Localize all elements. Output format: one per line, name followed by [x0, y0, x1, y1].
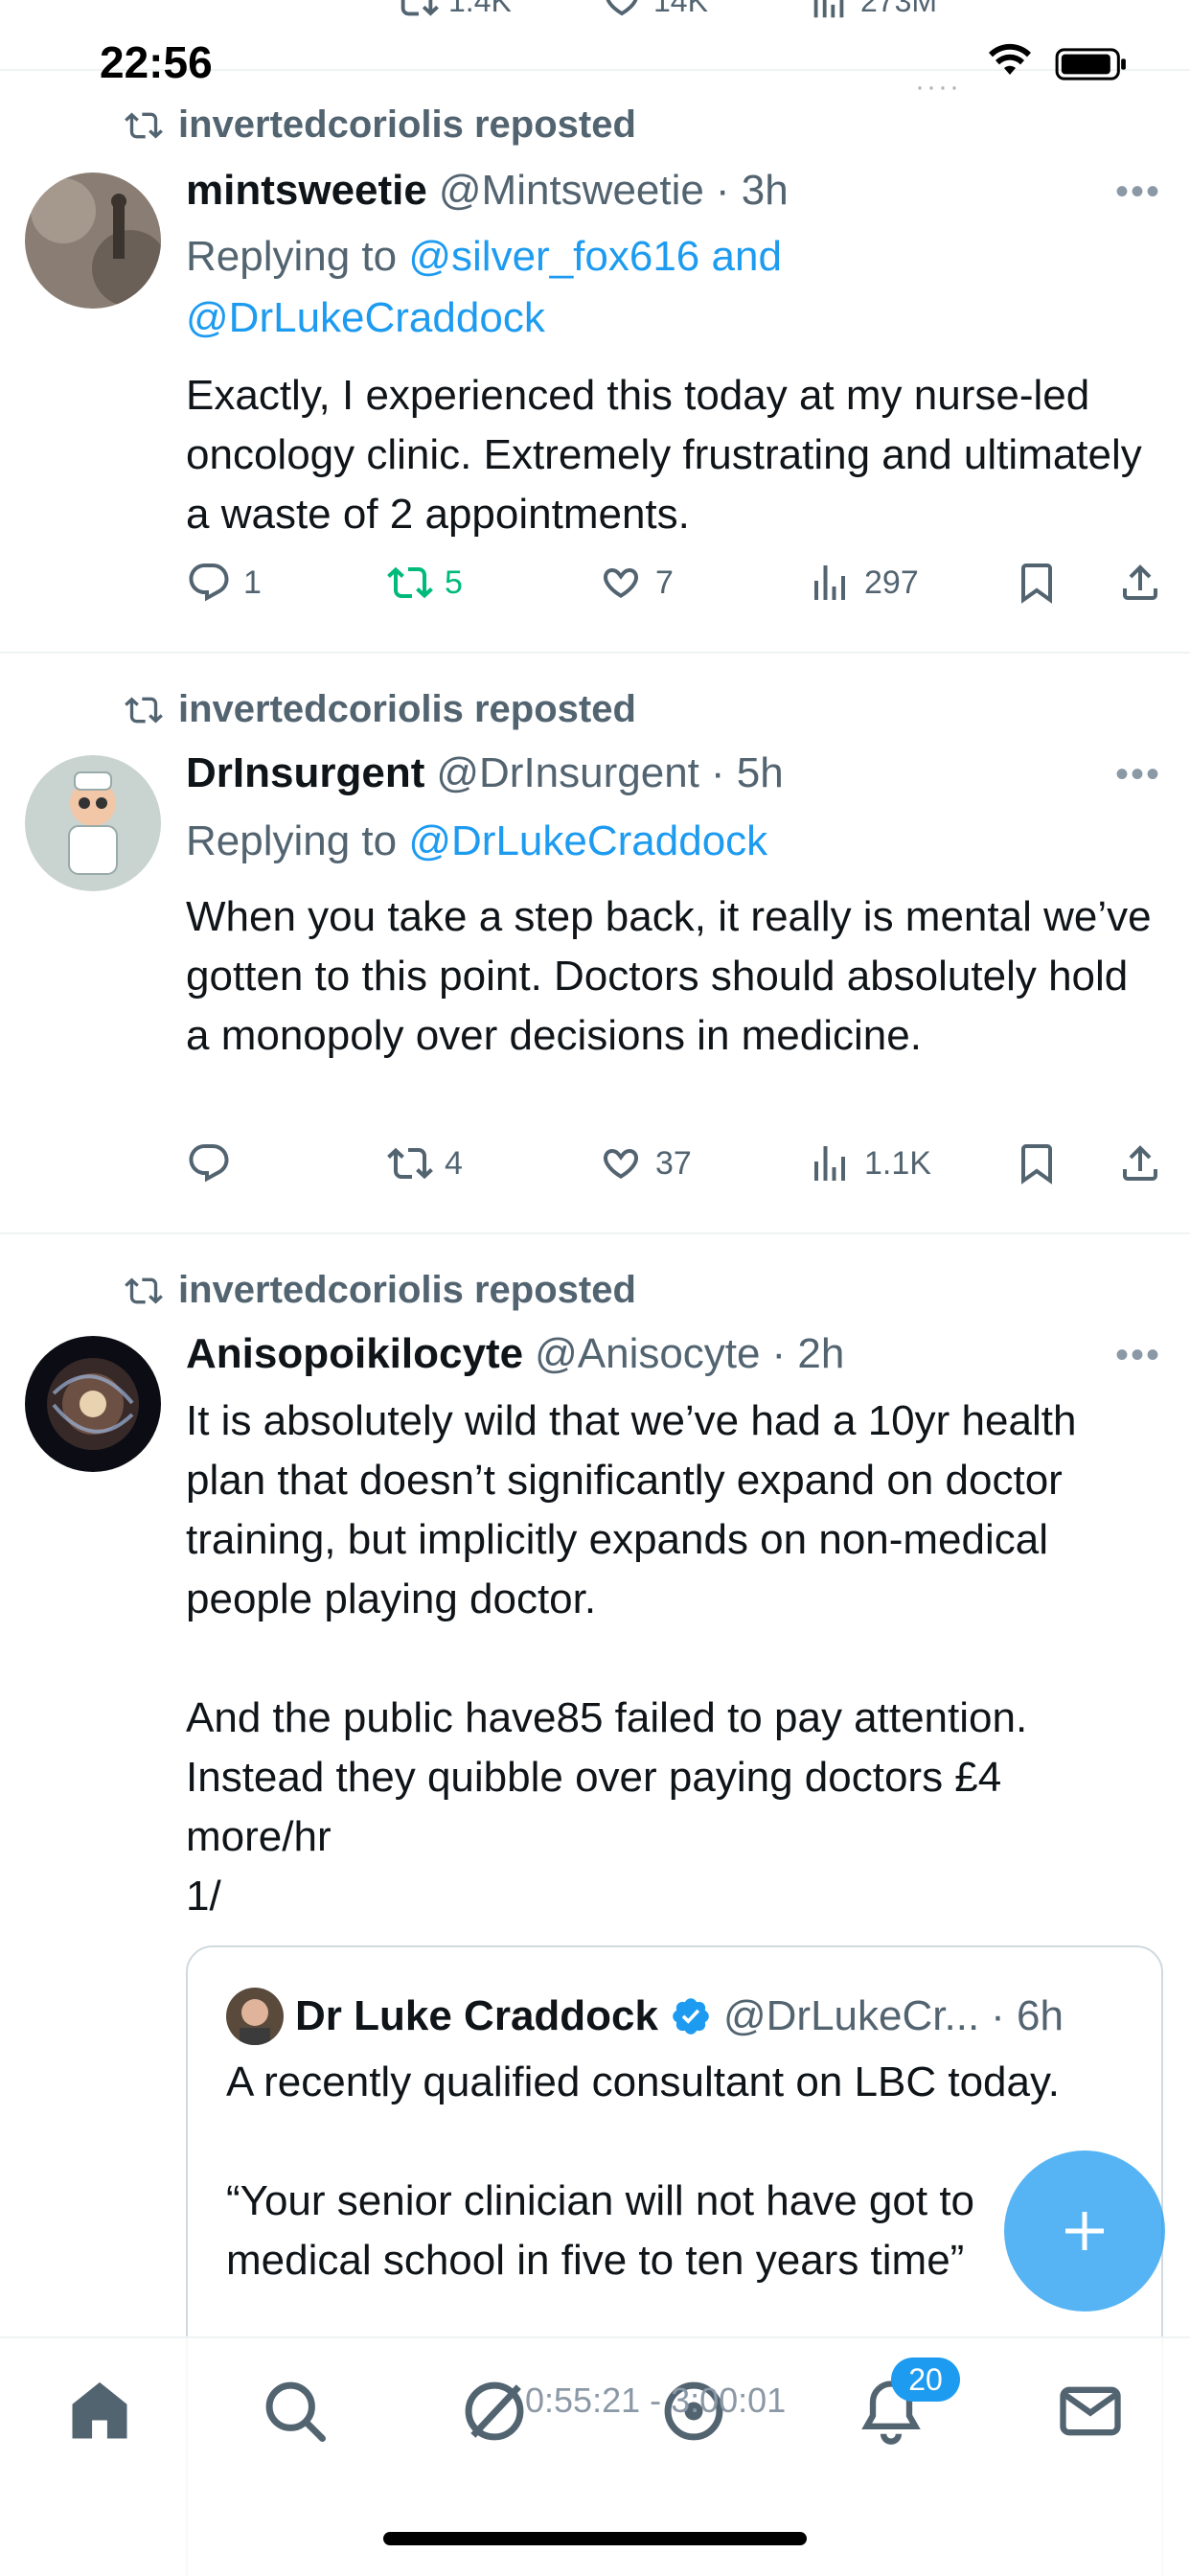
more-options-icon[interactable]: •••	[1115, 753, 1161, 796]
search-icon	[265, 2381, 326, 2442]
like-count: 7	[655, 564, 674, 601]
repost-button[interactable]: 5	[387, 560, 463, 606]
repost-icon	[125, 111, 163, 139]
quoted-tweet-header: Dr Luke Craddock @DrLukeCr... · 6h	[226, 1988, 1064, 2045]
reply-prefix: Replying to	[186, 233, 409, 280]
reply-prefix: Replying to	[186, 817, 409, 864]
like-button[interactable]: 14K	[600, 0, 708, 23]
avatar[interactable]	[25, 172, 161, 309]
like-button[interactable]: 7	[598, 560, 674, 606]
repost-button[interactable]: 1.4K	[395, 0, 512, 23]
repost-indicator: invertedcoriolis reposted	[123, 104, 636, 147]
avatar[interactable]	[25, 755, 161, 891]
repost-icon	[125, 1276, 163, 1304]
mail-icon	[1060, 2386, 1121, 2436]
heart-icon	[604, 567, 638, 599]
tab-search[interactable]	[259, 2375, 332, 2448]
views-count: 273M	[860, 0, 938, 18]
views-icon	[813, 0, 844, 18]
reply-icon	[189, 1144, 229, 1183]
quoted-tweet-text: A recently qualified consultant on LBC t…	[226, 2058, 1060, 2284]
tab-grok[interactable]	[458, 2375, 531, 2448]
views-icon	[814, 1146, 845, 1181]
reply-context: Replying to @silver_fox616 and @DrLukeCr…	[186, 226, 1144, 349]
home-indicator	[383, 2532, 807, 2545]
repost-label: invertedcoriolis reposted	[178, 104, 636, 146]
heart-icon	[606, 0, 638, 16]
views-count: 1.1K	[864, 1144, 931, 1182]
views-count: 297	[864, 564, 919, 601]
display-name[interactable]: mintsweetie	[186, 167, 427, 215]
views-button[interactable]: 297	[807, 560, 919, 606]
views-button[interactable]: 1.1K	[807, 1140, 931, 1186]
bookmark-icon	[1021, 564, 1052, 604]
handle[interactable]: @DrInsurgent	[436, 749, 699, 797]
tweet-text: It is absolutely wild that we’ve had a 1…	[186, 1397, 1077, 1920]
share-button[interactable]	[1117, 560, 1163, 606]
tweet-card[interactable]: invertedcoriolis reposted DrInsurgent @D…	[0, 654, 1190, 1234]
home-icon	[72, 2381, 127, 2439]
repost-icon	[387, 1147, 433, 1180]
reply-mention-links[interactable]: @DrLukeCraddock	[408, 817, 767, 864]
views-button[interactable]: 273M	[807, 0, 937, 23]
share-icon	[1123, 564, 1157, 600]
like-button[interactable]: 37	[598, 1140, 692, 1186]
avatar	[226, 1988, 284, 2045]
repost-label: invertedcoriolis reposted	[178, 688, 636, 730]
media-timer-text: 0:55:21 - 3:00:01	[525, 2380, 787, 2420]
tab-home[interactable]	[63, 2375, 136, 2448]
bookmark-button[interactable]	[1014, 560, 1060, 606]
reply-icon	[189, 564, 229, 602]
like-count: 37	[655, 1144, 692, 1182]
repost-button[interactable]: 4	[387, 1140, 463, 1186]
repost-indicator: invertedcoriolis reposted	[123, 1269, 636, 1312]
repost-icon	[400, 0, 439, 16]
reply-count: 1	[243, 564, 262, 601]
display-name: Dr Luke Craddock	[295, 1992, 658, 2039]
tweet-header: DrInsurgent @DrInsurgent · 5h	[186, 749, 784, 797]
display-name[interactable]: DrInsurgent	[186, 749, 424, 797]
repost-icon	[387, 566, 433, 599]
tab-messages[interactable]	[1054, 2375, 1127, 2448]
bookmark-icon	[1021, 1144, 1052, 1184]
verified-badge-icon	[673, 1998, 709, 2035]
handle: @DrLukeCr...	[722, 1992, 980, 2039]
tweet-header: mintsweetie @Mintsweetie · 3h	[186, 167, 789, 215]
reply-button[interactable]	[186, 1140, 243, 1186]
tweet-actions: 1 5 7 297	[186, 560, 1163, 617]
timestamp: · 6h	[991, 1992, 1064, 2039]
repost-count: 5	[445, 564, 463, 601]
handle[interactable]: @Anisocyte	[535, 1330, 760, 1378]
heart-icon	[604, 1148, 638, 1180]
compose-button[interactable]	[1004, 2150, 1165, 2312]
more-options-icon[interactable]: •••	[1115, 1334, 1161, 1377]
repost-label: invertedcoriolis reposted	[178, 1269, 636, 1311]
tweet-card[interactable]: invertedcoriolis reposted mintsweetie @M…	[0, 71, 1190, 654]
handle[interactable]: @Mintsweetie	[439, 167, 704, 215]
share-button[interactable]	[1117, 1140, 1163, 1186]
more-options-icon[interactable]: •••	[1115, 171, 1161, 214]
timestamp: · 3h	[715, 167, 789, 214]
reply-context: Replying to @DrLukeCraddock	[186, 811, 1144, 872]
repost-indicator: invertedcoriolis reposted	[123, 688, 636, 731]
tweet-actions: 4 37 1.1K	[186, 1140, 1163, 1198]
repost-icon	[125, 696, 163, 724]
notifications-badge: 20	[891, 2358, 960, 2402]
tweet-text: When you take a step back, it really is …	[186, 893, 1152, 1059]
avatar[interactable]	[25, 1336, 161, 1472]
plus-icon	[1065, 2212, 1104, 2250]
like-count: 14K	[653, 0, 708, 18]
display-name[interactable]: Anisopoikilocyte	[186, 1330, 523, 1378]
repost-count: 4	[445, 1144, 463, 1182]
timestamp: · 5h	[710, 749, 784, 796]
grok-icon	[465, 2381, 524, 2441]
tweet-header: Anisopoikilocyte @Anisocyte · 2h	[186, 1330, 844, 1378]
views-icon	[814, 565, 845, 600]
bookmark-button[interactable]	[1014, 1140, 1060, 1186]
repost-count: 1.4K	[448, 0, 512, 18]
tweet-text: Exactly, I experienced this today at my …	[186, 372, 1142, 538]
timestamp: · 2h	[771, 1330, 845, 1377]
reply-button[interactable]: 1	[186, 560, 262, 606]
share-icon	[1123, 1145, 1157, 1181]
